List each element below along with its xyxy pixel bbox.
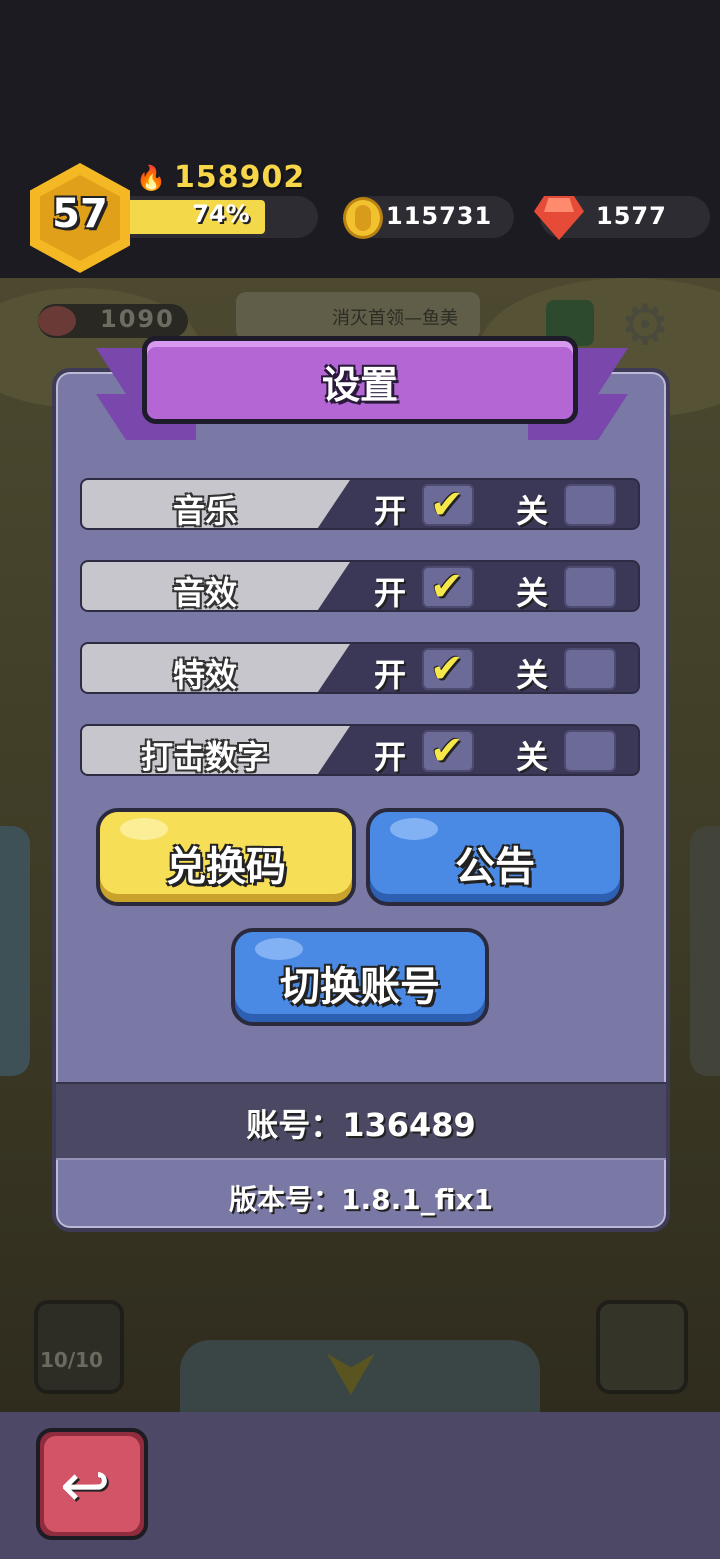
check-icon: ✔ [430, 646, 464, 692]
right-side-panel [690, 826, 720, 1076]
setting-row-music: 音乐 开 ✔ 关 [80, 478, 640, 530]
setting-label: 特效 [172, 656, 237, 694]
meat-count: 1090 [100, 305, 175, 333]
off-label: 关 [516, 574, 549, 612]
meat-icon [38, 306, 76, 336]
music-on-checkbox[interactable]: ✔ [422, 482, 474, 528]
coin-count: 115731 [386, 202, 493, 230]
xp-percent: 74% [192, 200, 250, 228]
quest-hint-text: 消灭首领—鱼美 [332, 308, 458, 329]
check-icon: ✔ [430, 728, 464, 774]
effects-on-checkbox[interactable]: ✔ [422, 646, 474, 692]
off-label: 关 [516, 656, 549, 694]
sound-on-checkbox[interactable]: ✔ [422, 564, 474, 610]
setting-row-sound-effects: 音效 开 ✔ 关 [80, 560, 640, 612]
check-icon: ✔ [430, 482, 464, 528]
gear-icon: ⚙ [620, 293, 671, 358]
music-off-checkbox[interactable] [564, 484, 616, 526]
screen: 1090 消灭首领—鱼美 ⚙ ⮟ 10/10 74% 57 🔥 158902 1… [0, 0, 720, 1559]
check-icon: ✔ [430, 564, 464, 610]
level-number: 57 [52, 191, 108, 237]
notice-button[interactable]: 公告 [366, 808, 624, 906]
left-side-panel [0, 826, 30, 1076]
setting-label: 音乐 [172, 492, 237, 530]
back-button[interactable]: ↩ [36, 1428, 148, 1540]
sound-off-checkbox[interactable] [564, 566, 616, 608]
gem-count: 1577 [596, 202, 667, 230]
switch-account-label: 切换账号 [280, 964, 440, 1010]
switch-account-button[interactable]: 切换账号 [231, 928, 489, 1026]
slime-slot [34, 1300, 124, 1394]
back-arrow-icon: ↩ [60, 1451, 111, 1521]
damage-numbers-on-checkbox[interactable]: ✔ [422, 728, 474, 774]
version-number: 版本号：1.8.1_fix1 [228, 1183, 494, 1216]
on-label: 开 [374, 492, 407, 530]
fire-icon: 🔥 [136, 164, 166, 192]
effects-off-checkbox[interactable] [564, 648, 616, 690]
setting-label: 打击数字 [140, 738, 269, 776]
weapon-slot [596, 1300, 688, 1394]
notice-label: 公告 [455, 844, 535, 890]
setting-row-damage-numbers: 打击数字 开 ✔ 关 [80, 724, 640, 776]
damage-numbers-off-checkbox[interactable] [564, 730, 616, 772]
down-arrow-icon: ⮟ [326, 1339, 377, 1409]
combat-power: 158902 [174, 160, 306, 195]
slime-slot-count: 10/10 [40, 1348, 103, 1372]
redeem-code-button[interactable]: 兑换码 [96, 808, 356, 906]
on-label: 开 [374, 738, 407, 776]
off-label: 关 [516, 738, 549, 776]
setting-label: 音效 [172, 574, 237, 612]
dialog-title: 设置 [321, 363, 398, 407]
off-label: 关 [516, 492, 549, 530]
on-label: 开 [374, 574, 407, 612]
redeem-code-label: 兑换码 [166, 844, 286, 890]
setting-row-visual-effects: 特效 开 ✔ 关 [80, 642, 640, 694]
on-label: 开 [374, 656, 407, 694]
account-id: 账号：136489 [246, 1106, 476, 1144]
